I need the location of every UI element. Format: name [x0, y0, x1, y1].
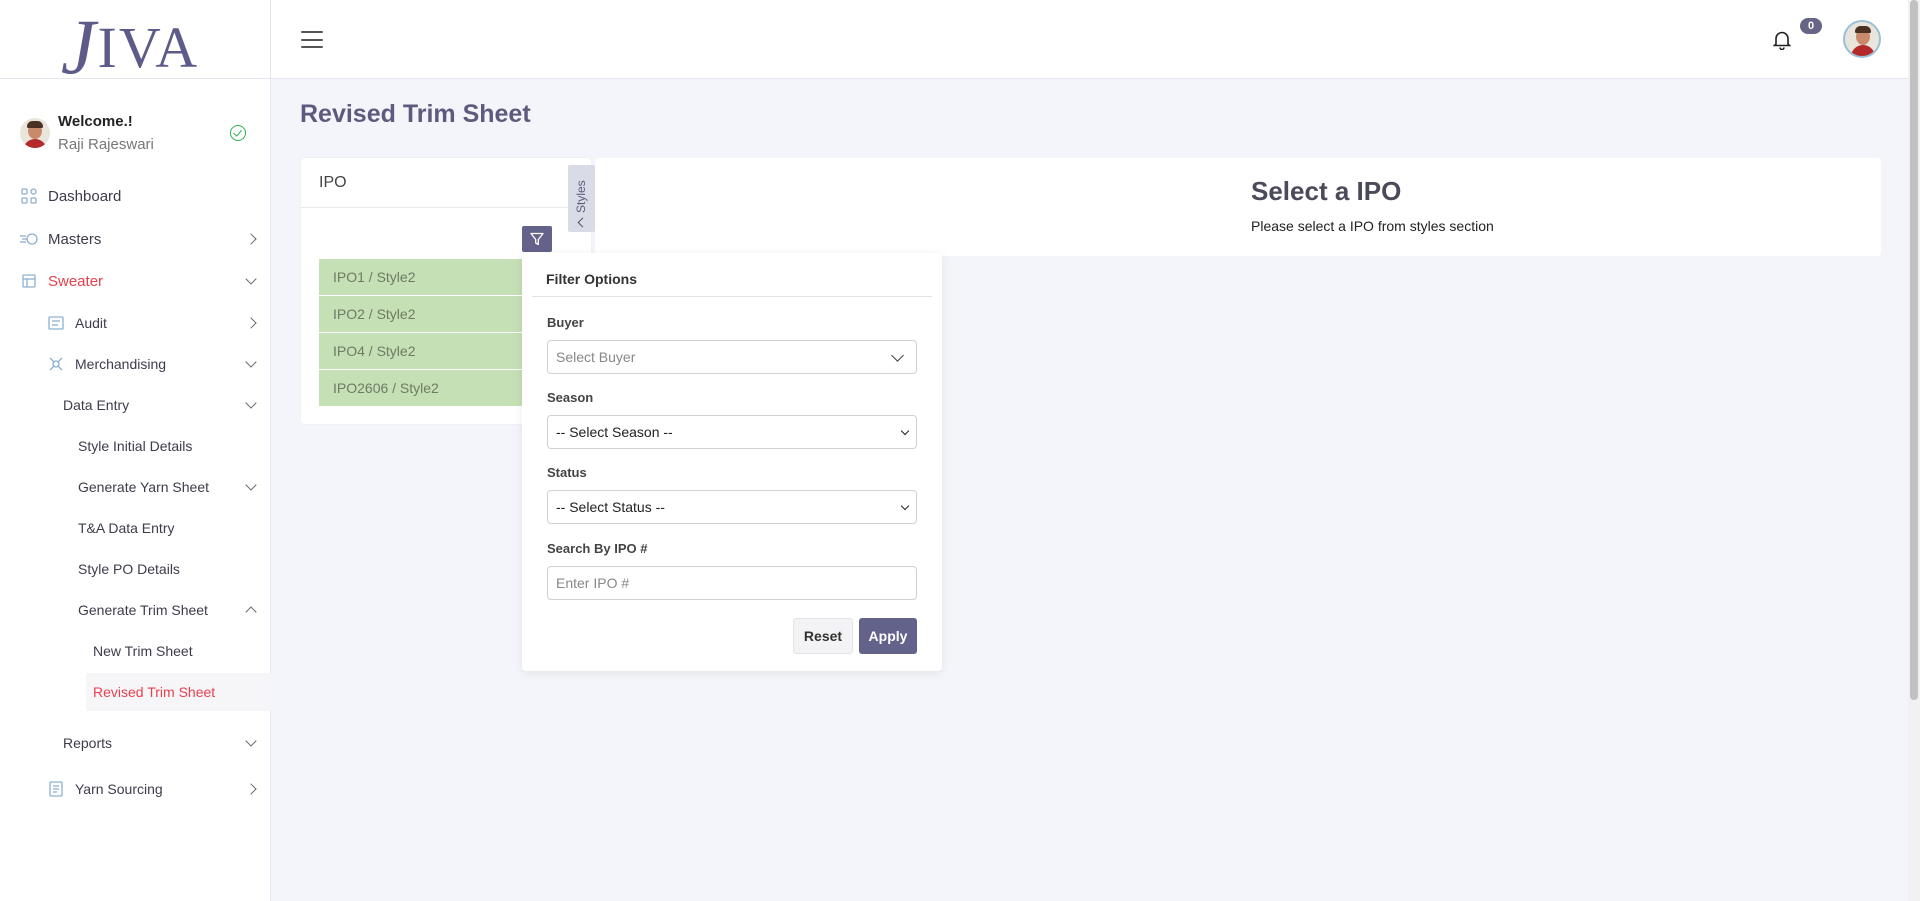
- chevron-right-icon: [245, 233, 257, 245]
- sidebar-item-yarn-sourcing[interactable]: Yarn Sourcing: [47, 779, 271, 799]
- sidebar-item-label: New Trim Sheet: [93, 643, 193, 659]
- main-content-card: Select a IPO Please select a IPO from st…: [595, 158, 1881, 256]
- user-avatar: [20, 118, 50, 148]
- empty-state-title: Select a IPO: [1251, 176, 1402, 206]
- status-select[interactable]: -- Select Status --: [547, 490, 917, 524]
- filter-panel-title: Filter Options: [532, 253, 932, 297]
- filter-button[interactable]: [522, 226, 552, 252]
- chevron-down-icon: [245, 273, 257, 285]
- sidebar-item-label: Style Initial Details: [78, 438, 193, 454]
- sidebar-item-label: T&A Data Entry: [78, 520, 175, 536]
- styles-collapse-tab[interactable]: Styles: [568, 165, 595, 232]
- chevron-left-icon: [577, 217, 588, 228]
- sidebar-item-reports[interactable]: Reports: [63, 733, 271, 753]
- page-scrollbar[interactable]: [1908, 0, 1920, 901]
- chevron-right-icon: [245, 317, 257, 329]
- sidebar-item-style-po-details[interactable]: Style PO Details: [78, 559, 271, 579]
- status-select-value: -- Select Status --: [556, 499, 665, 515]
- buyer-select[interactable]: Select Buyer: [547, 340, 917, 374]
- buyer-label: Buyer: [547, 315, 584, 330]
- chevron-down-icon: [900, 501, 910, 511]
- empty-state-subtitle: Please select a IPO from styles section: [1251, 218, 1494, 234]
- sidebar-item-audit[interactable]: Audit: [47, 313, 271, 333]
- user-name: Raji Rajeswari: [58, 136, 154, 153]
- yarn-sourcing-icon: [47, 781, 65, 797]
- chevron-down-icon: [245, 397, 257, 409]
- grid-icon: [20, 188, 38, 204]
- chevron-down-icon: [891, 349, 904, 362]
- sidebar-item-generate-trim-sheet[interactable]: Generate Trim Sheet: [78, 600, 271, 620]
- audit-icon: [47, 315, 65, 331]
- topbar: 0: [271, 0, 1920, 79]
- search-ipo-placeholder: Enter IPO #: [556, 575, 630, 591]
- sidebar-item-label: Masters: [48, 230, 102, 248]
- scrollbar-thumb[interactable]: [1910, 0, 1918, 700]
- sidebar-item-label: Generate Yarn Sheet: [78, 479, 210, 495]
- masters-icon: [20, 231, 38, 247]
- chevron-down-icon: [245, 479, 257, 491]
- sidebar-item-masters[interactable]: Masters: [20, 228, 271, 250]
- hamburger-menu-icon[interactable]: [301, 31, 323, 48]
- page-title: Revised Trim Sheet: [300, 100, 531, 128]
- sidebar-item-style-initial-details[interactable]: Style Initial Details: [78, 436, 271, 456]
- chevron-up-icon: [245, 606, 257, 618]
- sidebar-item-data-entry[interactable]: Data Entry: [63, 395, 271, 415]
- bell-icon[interactable]: [1772, 30, 1792, 51]
- sidebar-item-label: Generate Trim Sheet: [78, 602, 208, 618]
- season-select-value: -- Select Season --: [556, 424, 673, 440]
- notification-count-badge: 0: [1800, 18, 1822, 34]
- sidebar-item-new-trim-sheet[interactable]: New Trim Sheet: [93, 641, 271, 661]
- profile-avatar[interactable]: [1843, 20, 1881, 58]
- sidebar-item-sweater[interactable]: Sweater: [20, 270, 271, 292]
- sidebar-item-label: Reports: [63, 735, 113, 751]
- sidebar-item-label: Style PO Details: [78, 561, 180, 577]
- sidebar-item-label: Merchandising: [75, 356, 167, 372]
- styles-tab-label: Styles: [574, 180, 588, 213]
- sidebar-item-merchandising[interactable]: Merchandising: [47, 354, 271, 374]
- merchandising-icon: [47, 356, 65, 372]
- chevron-down-icon: [245, 735, 257, 747]
- filter-icon: [530, 232, 544, 246]
- chevron-down-icon: [245, 356, 257, 368]
- app-logo[interactable]: JIVA: [61, 2, 199, 86]
- chevron-down-icon: [900, 426, 910, 436]
- logo-area: JIVA: [0, 0, 270, 86]
- status-label: Status: [547, 465, 587, 480]
- reset-button[interactable]: Reset: [793, 618, 853, 654]
- search-ipo-input[interactable]: Enter IPO #: [547, 566, 917, 600]
- sidebar-item-revised-trim-sheet[interactable]: Revised Trim Sheet: [93, 682, 271, 702]
- sidebar-item-label: Dashboard: [48, 187, 122, 205]
- sweater-icon: [20, 273, 38, 289]
- sidebar-item-ta-data-entry[interactable]: T&A Data Entry: [78, 518, 271, 538]
- online-check-icon: [230, 125, 246, 141]
- chevron-right-icon: [245, 783, 257, 795]
- sidebar-item-label: Sweater: [48, 272, 104, 290]
- sidebar: JIVA Welcome.! Raji Rajeswari Dashboard …: [0, 0, 271, 901]
- sidebar-item-label: Yarn Sourcing: [75, 781, 163, 797]
- apply-button[interactable]: Apply: [859, 618, 917, 654]
- sidebar-item-generate-yarn-sheet[interactable]: Generate Yarn Sheet: [78, 477, 271, 497]
- sidebar-item-label: Revised Trim Sheet: [93, 684, 216, 700]
- user-welcome: Welcome.!: [58, 113, 133, 130]
- season-select[interactable]: -- Select Season --: [547, 415, 917, 449]
- sidebar-item-dashboard[interactable]: Dashboard: [20, 185, 271, 207]
- sidebar-item-label: Audit: [75, 315, 107, 331]
- season-label: Season: [547, 390, 594, 405]
- filter-options-panel: Filter Options Buyer Select Buyer Season…: [522, 253, 942, 671]
- search-ipo-label: Search By IPO #: [547, 541, 648, 556]
- user-box: Welcome.! Raji Rajeswari: [20, 108, 252, 158]
- buyer-select-value: Select Buyer: [556, 349, 636, 365]
- ipo-panel-header: IPO: [301, 158, 591, 208]
- sidebar-item-label: Data Entry: [63, 397, 130, 413]
